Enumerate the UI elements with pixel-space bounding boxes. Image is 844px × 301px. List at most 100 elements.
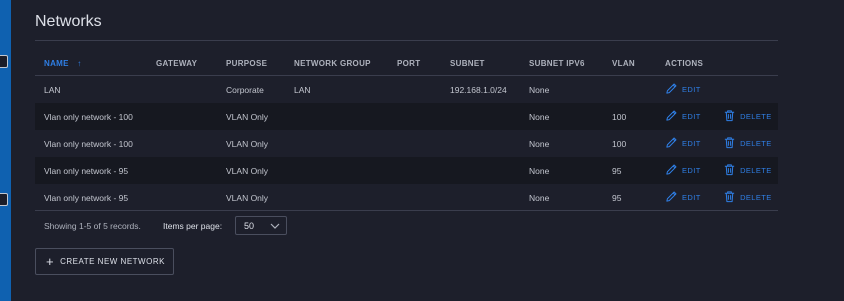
cell-vlan — [603, 75, 656, 103]
table-row[interactable]: Vlan only network - 100 VLAN Only None 1… — [35, 103, 778, 130]
cell-purpose: VLAN Only — [217, 184, 285, 211]
edit-label: EDIT — [682, 112, 701, 121]
edit-button[interactable]: EDIT — [665, 109, 701, 124]
cell-subnet-ipv6: None — [520, 157, 603, 184]
cell-purpose: VLAN Only — [217, 130, 285, 157]
items-per-page-value: 50 — [244, 220, 255, 231]
cell-subnet — [441, 184, 520, 211]
edit-button[interactable]: EDIT — [665, 136, 701, 151]
column-header-network-group[interactable]: NETWORK GROUP — [285, 52, 388, 76]
cell-purpose: Corporate — [217, 75, 285, 103]
cell-actions: EDIT DELETE — [656, 184, 778, 211]
delete-label: DELETE — [740, 193, 772, 202]
sidebar-toggle-bottom[interactable] — [0, 193, 8, 206]
table-row[interactable]: Vlan only network - 95 VLAN Only None 95… — [35, 157, 778, 184]
cell-vlan: 100 — [603, 130, 656, 157]
networks-table: NAME ↑ GATEWAY PURPOSE NETWORK GROUP POR… — [35, 52, 778, 211]
cell-port — [388, 130, 441, 157]
column-header-actions: ACTIONS — [656, 52, 778, 76]
trash-icon — [723, 190, 736, 205]
cell-port — [388, 103, 441, 130]
delete-button[interactable]: DELETE — [723, 190, 772, 205]
cell-network-group: LAN — [285, 75, 388, 103]
edit-label: EDIT — [682, 85, 701, 94]
table-row[interactable]: Vlan only network - 100 VLAN Only None 1… — [35, 130, 778, 157]
cell-vlan: 100 — [603, 103, 656, 130]
cell-name: Vlan only network - 100 — [35, 130, 147, 157]
trash-icon — [723, 163, 736, 178]
column-header-gateway[interactable]: GATEWAY — [147, 52, 217, 76]
edit-button[interactable]: EDIT — [665, 82, 701, 97]
items-per-page-select[interactable]: 50 — [235, 216, 287, 235]
cell-subnet — [441, 157, 520, 184]
cell-subnet: 192.168.1.0/24 — [441, 75, 520, 103]
records-summary: Showing 1-5 of 5 records. — [44, 221, 141, 231]
cell-gateway — [147, 75, 217, 103]
column-header-name[interactable]: NAME ↑ — [35, 52, 147, 76]
column-header-port[interactable]: PORT — [388, 52, 441, 76]
trash-icon — [723, 109, 736, 124]
pencil-icon — [665, 82, 678, 97]
cell-actions: EDIT DELETE — [656, 130, 778, 157]
pencil-icon — [665, 190, 678, 205]
create-new-network-label: CREATE NEW NETWORK — [60, 257, 165, 266]
items-per-page-label: Items per page: — [163, 221, 223, 231]
cell-network-group — [285, 130, 388, 157]
table-row[interactable]: LAN Corporate LAN 192.168.1.0/24 None ED… — [35, 75, 778, 103]
delete-label: DELETE — [740, 139, 772, 148]
edit-label: EDIT — [682, 139, 701, 148]
delete-label: DELETE — [740, 166, 772, 175]
cell-vlan: 95 — [603, 184, 656, 211]
column-header-vlan[interactable]: VLAN — [603, 52, 656, 76]
chevron-down-icon — [270, 221, 280, 231]
cell-network-group — [285, 184, 388, 211]
title-divider — [35, 40, 778, 41]
table-bottom-divider — [35, 210, 778, 211]
delete-button[interactable]: DELETE — [723, 136, 772, 151]
cell-name: Vlan only network - 95 — [35, 184, 147, 211]
left-sidebar-rail — [0, 0, 11, 301]
sidebar-toggle-top[interactable] — [0, 55, 8, 68]
table-row[interactable]: Vlan only network - 95 VLAN Only None 95… — [35, 184, 778, 211]
edit-button[interactable]: EDIT — [665, 190, 701, 205]
cell-vlan: 95 — [603, 157, 656, 184]
delete-button[interactable]: DELETE — [723, 163, 772, 178]
arrow-up-icon: ↑ — [77, 59, 82, 68]
cell-gateway — [147, 184, 217, 211]
pencil-icon — [665, 163, 678, 178]
cell-subnet-ipv6: None — [520, 184, 603, 211]
cell-actions: EDIT DELETE — [656, 157, 778, 184]
cell-network-group — [285, 157, 388, 184]
cell-subnet-ipv6: None — [520, 130, 603, 157]
cell-name: LAN — [35, 75, 147, 103]
pencil-icon — [665, 136, 678, 151]
cell-subnet — [441, 130, 520, 157]
table-header-row: NAME ↑ GATEWAY PURPOSE NETWORK GROUP POR… — [35, 52, 778, 76]
cell-name: Vlan only network - 100 — [35, 103, 147, 130]
page-title: Networks — [35, 13, 102, 30]
cell-gateway — [147, 157, 217, 184]
cell-port — [388, 184, 441, 211]
column-header-subnet-ipv6[interactable]: SUBNET IPV6 — [520, 52, 603, 76]
delete-button[interactable]: DELETE — [723, 109, 772, 124]
create-new-network-button[interactable]: + CREATE NEW NETWORK — [35, 248, 174, 275]
networks-panel: Networks NAME ↑ GATEWAY PURPOSE NETWORK … — [11, 0, 844, 301]
plus-icon: + — [46, 254, 55, 269]
cell-network-group — [285, 103, 388, 130]
column-header-purpose[interactable]: PURPOSE — [217, 52, 285, 76]
cell-port — [388, 75, 441, 103]
cell-purpose: VLAN Only — [217, 157, 285, 184]
cell-port — [388, 157, 441, 184]
cell-subnet — [441, 103, 520, 130]
delete-label: DELETE — [740, 112, 772, 121]
pencil-icon — [665, 109, 678, 124]
column-header-subnet[interactable]: SUBNET — [441, 52, 520, 76]
cell-gateway — [147, 103, 217, 130]
edit-button[interactable]: EDIT — [665, 163, 701, 178]
cell-name: Vlan only network - 95 — [35, 157, 147, 184]
edit-label: EDIT — [682, 193, 701, 202]
cell-subnet-ipv6: None — [520, 103, 603, 130]
trash-icon — [723, 136, 736, 151]
cell-actions: EDIT DELETE — [656, 103, 778, 130]
cell-subnet-ipv6: None — [520, 75, 603, 103]
